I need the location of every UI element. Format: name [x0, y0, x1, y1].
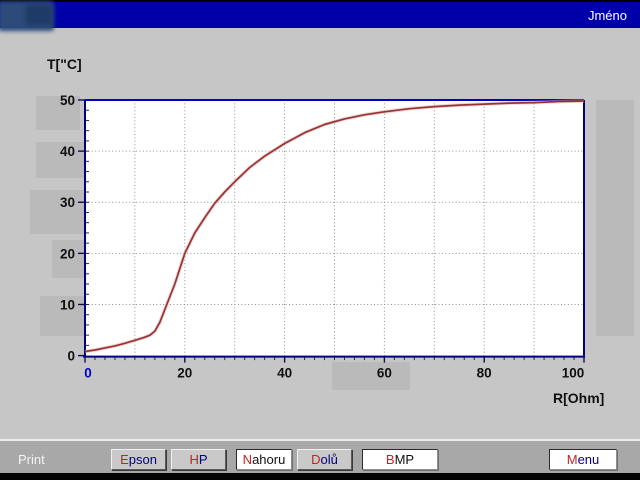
- menu-hotkey: M: [567, 452, 578, 467]
- chart-ticklabel: 40: [277, 366, 292, 381]
- blurred-logo-shade: [26, 5, 52, 25]
- dolu-hotkey: D: [311, 452, 320, 467]
- bmp-label: MP: [395, 452, 415, 467]
- chart-ticklabel: 0: [84, 366, 92, 381]
- chart-ticklabel: 40: [60, 144, 75, 159]
- chart-ticklabel: 20: [60, 246, 75, 261]
- dolu-label: olů: [321, 452, 338, 467]
- nahoru-label: ahoru: [252, 452, 285, 467]
- chart-ticklabel: 80: [477, 366, 492, 381]
- hp-label: P: [199, 452, 208, 467]
- nahoru-hotkey: N: [243, 452, 252, 467]
- window-title: Jméno: [588, 8, 627, 23]
- menu-button[interactable]: Menu: [549, 449, 617, 470]
- dolu-button[interactable]: Dolů: [297, 449, 352, 470]
- chart-axislabel: R[Ohm]: [553, 390, 604, 406]
- menu-label: enu: [578, 452, 600, 467]
- title-bar: Jméno: [0, 2, 640, 28]
- app-screen: Jméno 0 10 20 30 40 50 0 20 40 60 80 100 T["C] R[Ohm]…: [0, 0, 640, 480]
- chart: 0 10 20 30 40 50 0 20 40 60 80 100 T["C] R[Ohm]: [0, 50, 640, 410]
- bmp-hotkey: B: [386, 452, 395, 467]
- epson-label: pson: [129, 452, 157, 467]
- screen-bottom-edge: [0, 473, 640, 480]
- nahoru-button[interactable]: Nahoru: [236, 449, 292, 470]
- hp-button[interactable]: HP: [171, 449, 226, 470]
- chart-ticklabel: 30: [60, 195, 75, 210]
- hp-hotkey: H: [189, 452, 198, 467]
- chart-ticklabel: 20: [177, 366, 192, 381]
- chart-ticklabel: 10: [60, 297, 75, 312]
- chart-ticklabel: 50: [60, 93, 75, 108]
- chart-ticklabel: 100: [562, 366, 585, 381]
- temperature-resistance-chart: 0 10 20 30 40 50 0 20 40 60 80 100 T["C] R[Ohm]: [0, 50, 640, 410]
- epson-hotkey: E: [120, 452, 129, 467]
- bmp-button[interactable]: BMP: [362, 449, 438, 470]
- epson-button[interactable]: Epson: [111, 449, 166, 470]
- chart-ticklabel: 60: [377, 366, 392, 381]
- print-label: Print: [18, 452, 45, 467]
- chart-axislabel: T["C]: [47, 56, 82, 72]
- chart-ticklabel: 0: [67, 349, 75, 364]
